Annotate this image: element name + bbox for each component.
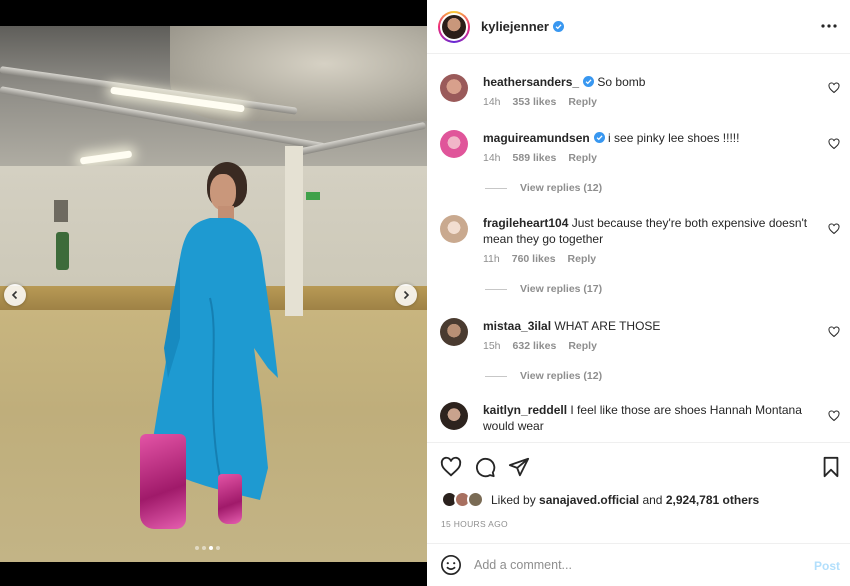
comment-input[interactable] <box>474 558 794 572</box>
comments-list: heathersanders_ So bomb 14h 353 likes Repl… <box>427 55 850 442</box>
comment-avatar[interactable] <box>440 215 468 243</box>
heart-icon[interactable] <box>828 326 840 338</box>
verified-icon <box>583 76 595 87</box>
author-avatar[interactable] <box>438 10 470 43</box>
liked-by-user[interactable]: sanajaved.official <box>539 493 639 507</box>
comment-text: i see pinky lee shoes !!!!! <box>608 131 740 145</box>
emoji-icon[interactable] <box>440 554 462 576</box>
comment-text: So bomb <box>597 75 646 89</box>
likes-prefix: Liked by <box>491 493 536 507</box>
liker-avatars <box>441 491 485 509</box>
carousel-indicator <box>195 546 220 550</box>
view-replies-label: View replies (12) <box>520 370 603 382</box>
carousel-dot <box>202 546 206 550</box>
verified-icon <box>552 21 564 32</box>
comment-likes[interactable]: 589 likes <box>513 152 557 164</box>
add-comment-bar: Post <box>427 543 850 586</box>
chevron-right-icon <box>403 290 410 300</box>
comment-avatar[interactable] <box>440 130 468 158</box>
reply-button[interactable]: Reply <box>568 96 597 108</box>
comment-likes[interactable]: 760 likes <box>512 253 556 265</box>
view-replies-label: View replies (12) <box>520 182 603 194</box>
heart-icon[interactable] <box>440 456 462 478</box>
heart-icon[interactable] <box>828 138 840 150</box>
comment-likes[interactable]: 353 likes <box>513 96 557 108</box>
heart-icon[interactable] <box>828 82 840 94</box>
reply-button[interactable]: Reply <box>568 253 597 265</box>
more-icon[interactable] <box>820 18 838 34</box>
post-photo <box>0 26 427 562</box>
comment-time[interactable]: 11h <box>483 253 500 265</box>
post-comment-button[interactable]: Post <box>814 559 840 573</box>
post-header: kyliejenner <box>427 0 850 54</box>
chevron-left-icon <box>11 290 18 300</box>
post-media <box>0 0 427 586</box>
view-replies-label: View replies (17) <box>520 283 603 295</box>
verified-icon <box>593 132 605 143</box>
carousel-dot <box>195 546 199 550</box>
comment-username[interactable]: mistaa_3ilal <box>483 319 551 333</box>
post-sidebar: kyliejenner heathersanders_ So bomb 14h 3… <box>427 0 850 586</box>
likes-others[interactable]: 2,924,781 others <box>666 493 759 507</box>
view-replies-button[interactable]: View replies (17) <box>485 283 602 295</box>
post-actions: Liked by sanajaved.official and 2,924,78… <box>427 442 850 542</box>
heart-icon[interactable] <box>828 223 840 235</box>
view-replies-button[interactable]: View replies (12) <box>485 370 602 382</box>
heart-icon[interactable] <box>828 410 840 422</box>
comment-time[interactable]: 14h <box>483 152 501 164</box>
comment-time[interactable]: 15h <box>483 340 501 352</box>
comment-avatar[interactable] <box>440 74 468 102</box>
comment-time[interactable]: 14h <box>483 96 501 108</box>
comment-username[interactable]: kaitlyn_reddell <box>483 403 567 417</box>
comment-text: WHAT ARE THOSE <box>554 319 661 333</box>
comment-username[interactable]: heathersanders_ <box>483 75 579 89</box>
comment-likes[interactable]: 632 likes <box>513 340 557 352</box>
carousel-dot-active <box>209 546 213 550</box>
post-timestamp[interactable]: 15 HOURS AGO <box>441 519 508 529</box>
reply-button[interactable]: Reply <box>568 152 597 164</box>
comment-icon[interactable] <box>474 456 496 478</box>
likes-summary: Liked by sanajaved.official and 2,924,78… <box>441 491 759 509</box>
carousel-prev-button[interactable] <box>4 284 26 306</box>
author-username[interactable]: kyliejenner <box>481 19 549 34</box>
comment-avatar[interactable] <box>440 318 468 346</box>
comment-username[interactable]: fragileheart104 <box>483 216 568 230</box>
bookmark-icon[interactable] <box>820 456 842 478</box>
comment-username[interactable]: maguireamundsen <box>483 131 590 145</box>
reply-button[interactable]: Reply <box>568 340 597 352</box>
likes-conjunction: and <box>642 493 663 507</box>
carousel-next-button[interactable] <box>395 284 417 306</box>
comment-avatar[interactable] <box>440 402 468 430</box>
view-replies-button[interactable]: View replies (12) <box>485 182 602 194</box>
share-icon[interactable] <box>508 456 530 478</box>
carousel-dot <box>216 546 220 550</box>
